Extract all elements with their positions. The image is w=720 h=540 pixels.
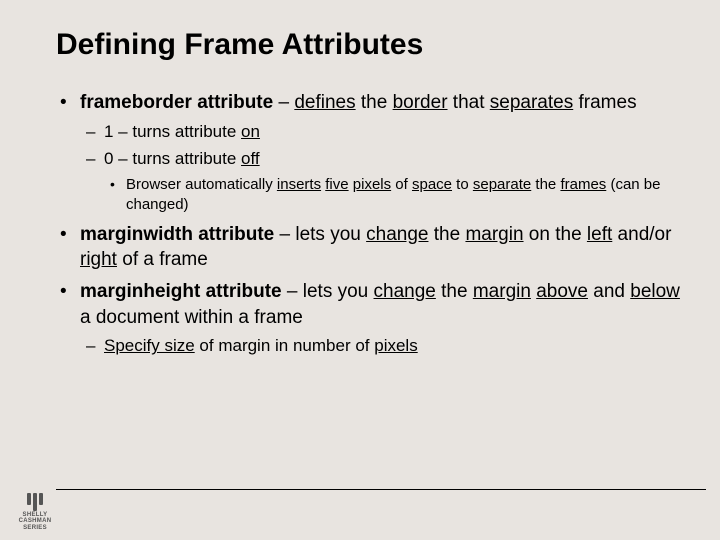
underline-text: separate [473,176,531,193]
bullet-frameborder-0: 0 – turns attribute off Browser automati… [80,147,680,215]
underline-text: change [374,281,436,302]
text: frames [573,92,636,113]
text: of a frame [117,249,208,270]
underline-text: on [241,122,260,141]
logo-bars-icon [27,493,43,511]
text: on the [524,224,587,245]
footer-divider [56,489,706,490]
text: of margin in number of [195,336,375,355]
bullet-specify-size: Specify size of margin in number of pixe… [80,334,680,358]
underline-text: right [80,249,117,270]
underline-text: change [366,224,428,245]
bullet-marginwidth: marginwidth attribute – lets you change … [56,222,680,273]
underline-text: Specify size [104,336,195,355]
sub-list: 1 – turns attribute on 0 – turns attribu… [80,120,680,216]
underline-text: margin [473,281,531,302]
logo-text-line3: SERIES [23,525,47,531]
bullet-list: frameborder attribute – defines the bord… [56,90,680,358]
underline-text: below [630,281,680,302]
publisher-logo: SHELLY CASHMAN SERIES [6,490,64,534]
underline-text: inserts [277,176,321,193]
underline-text: pixels [374,336,417,355]
slide: Defining Frame Attributes frameborder at… [0,0,720,540]
underline-text: left [587,224,612,245]
bullet-frameborder: frameborder attribute – defines the bord… [56,90,680,216]
bold-text: marginheight attribute [80,281,282,302]
text: the [531,176,560,193]
text: – lets you [274,224,366,245]
text: – lets you [282,281,374,302]
sub-list: Specify size of margin in number of pixe… [80,334,680,358]
text: that [448,92,490,113]
underline-text: five [325,176,348,193]
bold-text: frameborder attribute [80,92,273,113]
underline-text: space [412,176,452,193]
text: – [273,92,294,113]
underline-text: frames [560,176,606,193]
text: of [391,176,412,193]
bullet-frameborder-1: 1 – turns attribute on [80,120,680,144]
underline-text: pixels [353,176,391,193]
text: the [436,281,473,302]
underline-text: separates [490,92,573,113]
bullet-marginheight: marginheight attribute – lets you change… [56,279,680,358]
text: to [452,176,473,193]
bold-text: marginwidth attribute [80,224,274,245]
underline-text: off [241,149,260,168]
underline-text: border [393,92,448,113]
underline-text: defines [294,92,355,113]
slide-title: Defining Frame Attributes [56,28,680,62]
text: 0 – turns attribute [104,149,241,168]
text: 1 – turns attribute [104,122,241,141]
bullet-browser-note: Browser automatically inserts five pixel… [104,175,680,216]
text: Browser automatically [126,176,277,193]
text: the [428,224,465,245]
text: the [356,92,393,113]
text: and [588,281,630,302]
text: a document within a frame [80,307,303,328]
underline-text: above [536,281,588,302]
underline-text: margin [465,224,523,245]
text: and/or [612,224,671,245]
sub-sub-list: Browser automatically inserts five pixel… [104,175,680,216]
